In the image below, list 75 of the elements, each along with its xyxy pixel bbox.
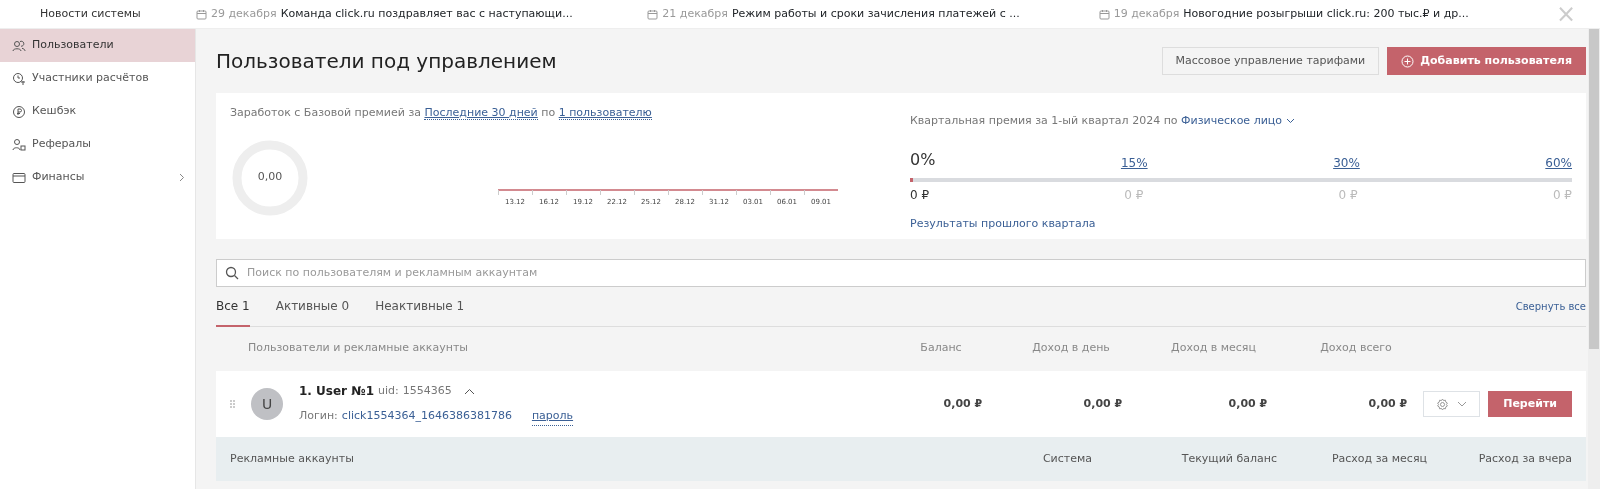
user-name: 1. User №1 (299, 383, 374, 401)
add-user-button[interactable]: Добавить пользователя (1387, 46, 1586, 76)
tariff-button[interactable]: Массовое управление тарифами (1161, 46, 1380, 76)
avatar: U (251, 388, 283, 420)
scrollbar[interactable] (1588, 29, 1600, 489)
sidebar-item[interactable]: Участники расчётов (0, 62, 195, 95)
money-value: 0,00 ₽ (943, 396, 983, 410)
money-value: 0,00 ₽ (1368, 396, 1408, 410)
password-link[interactable]: пароль (531, 408, 574, 426)
news-link[interactable]: Команда click.ru поздравляет вас с наступающи... (280, 5, 573, 23)
news-link[interactable]: Новогодние розыгрыши click.ru: 200 тыс.₽ и др... (1183, 5, 1469, 23)
news-date: 19 декабря (1113, 5, 1180, 22)
chevron-up-icon[interactable] (463, 387, 475, 395)
sidebar-item[interactable]: Пользователи (0, 29, 195, 62)
money-value: 0,00 ₽ (1083, 396, 1123, 410)
search-field[interactable]: Поиск по пользователям и рекламным аккаунтам (216, 259, 1586, 287)
earnings-label: Заработок с Базовой премией за (230, 106, 421, 119)
sidebar-item[interactable]: Кешбэк (0, 95, 195, 128)
quarter-label: Квартальная премия за 1-ый квартал 2024 по (910, 114, 1178, 127)
amount-label: 0 ₽ (1552, 186, 1572, 204)
percent-label: 15% (1120, 154, 1148, 172)
percent-label: 0% (910, 148, 936, 171)
column-header: Пользователи и рекламные аккаунты (248, 340, 468, 354)
column-header: Система (1042, 451, 1092, 465)
column-header: Доход в день (1032, 340, 1110, 354)
plus-circle-icon (1401, 54, 1415, 68)
chevron-down-icon (1285, 118, 1295, 124)
users-link[interactable]: 1 пользователю (558, 106, 652, 120)
login-link[interactable]: click1554364_1646386381786 (341, 408, 512, 426)
news-date: 29 декабря (211, 5, 277, 22)
amount-label: 0 ₽ (910, 186, 930, 204)
period-link[interactable]: Последние 30 дней (424, 106, 538, 120)
news-date: 21 декабря (662, 5, 728, 22)
percent-label: 30% (1333, 154, 1360, 172)
column-header: Расход за вчера (1478, 451, 1572, 465)
column-header: Баланс (920, 340, 962, 354)
previous-quarter-link[interactable]: Результаты прошлого квартала (910, 216, 1096, 230)
calendar-icon (647, 8, 659, 20)
person-icon (12, 137, 26, 152)
news-link[interactable]: Режим работы и сроки зачисления платежей с ... (731, 5, 1020, 23)
amount-label: 0 ₽ (1338, 186, 1358, 204)
earnings-joiner: по (541, 106, 556, 119)
wallet-icon (12, 170, 26, 185)
settings-icon (1436, 397, 1450, 411)
column-header: Доход всего (1320, 340, 1392, 354)
tab[interactable]: Все 1 (216, 286, 250, 327)
column-header: Текущий баланс (1181, 451, 1277, 465)
uid-label: uid: (378, 383, 399, 399)
uid-value: 1554365 (402, 383, 452, 399)
calendar-icon (196, 8, 207, 20)
coin-icon (12, 104, 26, 119)
column-header: Рекламные аккаунты (230, 451, 354, 465)
news-title[interactable]: Новости системы (0, 5, 196, 23)
users-icon (12, 38, 26, 53)
entity-dropdown[interactable]: Физическое лицо (1181, 114, 1295, 127)
collapse-all-link[interactable]: Свернуть все (1515, 299, 1586, 314)
donut-value: 0,00 (256, 168, 284, 185)
clock-icon (12, 71, 26, 86)
column-header: Расход за месяц (1331, 451, 1427, 465)
settings-dropdown-button[interactable] (1423, 391, 1481, 417)
chevron-down-icon (1457, 401, 1468, 407)
page-title: Пользователи под управлением (216, 49, 557, 73)
percent-label: 60% (1545, 154, 1572, 172)
tab[interactable]: Активные 0 (275, 286, 350, 327)
column-header: Доход в месяц (1171, 340, 1256, 354)
go-button[interactable]: Перейти (1488, 391, 1572, 417)
sidebar-item[interactable]: Финансы (0, 161, 195, 194)
amount-label: 0 ₽ (1124, 186, 1144, 204)
money-value: 0,00 ₽ (1228, 396, 1268, 410)
tab[interactable]: Неактивные 1 (375, 286, 465, 327)
login-label: Логин: (299, 408, 338, 425)
sidebar-item[interactable]: Рефералы (0, 128, 195, 161)
search-icon (225, 266, 239, 280)
drag-handle-icon[interactable] (230, 400, 235, 408)
calendar-icon (1098, 8, 1110, 20)
